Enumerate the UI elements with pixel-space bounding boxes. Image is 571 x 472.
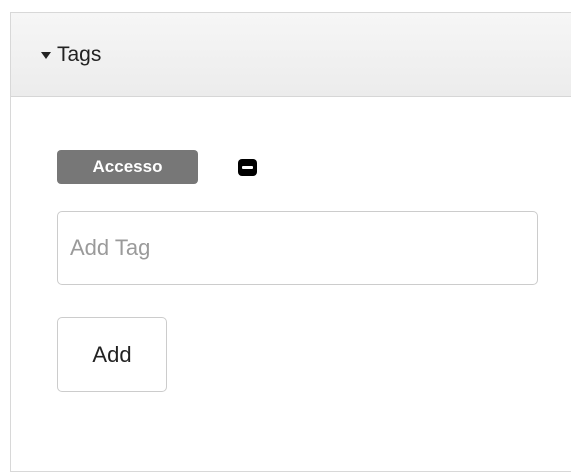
caret-down-icon[interactable]	[41, 51, 51, 59]
panel-title: Tags	[57, 42, 102, 66]
tags-panel: Tags Accesso Add	[10, 12, 571, 472]
add-tag-button[interactable]: Add	[57, 317, 167, 392]
remove-tag-minus-icon[interactable]	[238, 158, 257, 176]
tags-panel-body: Accesso Add	[11, 97, 571, 392]
add-tag-input[interactable]	[57, 211, 538, 285]
tag-item: Accesso	[57, 149, 571, 185]
tag-label: Accesso	[57, 150, 198, 184]
tags-panel-heading[interactable]: Tags	[11, 13, 571, 97]
